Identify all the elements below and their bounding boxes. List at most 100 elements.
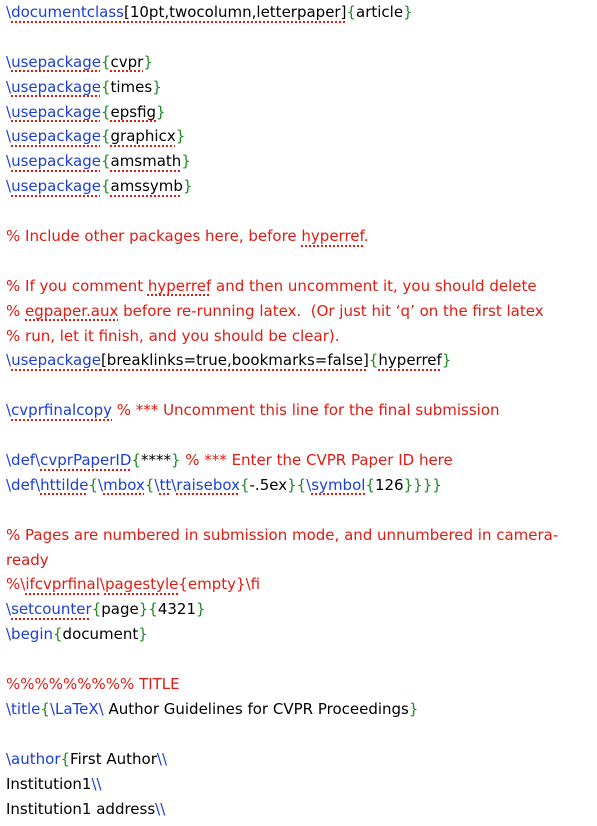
code-line[interactable]: \usepackage{epsfig}: [6, 100, 591, 125]
code-line[interactable]: % Include other packages here, before hy…: [6, 224, 591, 249]
misspelled-token: usepackage: [11, 351, 101, 370]
code-line[interactable]: \usepackage{cvpr}: [6, 50, 591, 75]
misspelled-token: hyperref: [301, 227, 364, 246]
code-token: }: [403, 3, 413, 21]
code-token: {: [365, 475, 375, 494]
misspelled-token: egpaper.aux: [25, 301, 119, 320]
misspelled-token: mbox: [103, 475, 145, 494]
blank-line[interactable]: [6, 722, 591, 747]
misspelled-token: httilde: [40, 475, 89, 494]
blank-line[interactable]: [6, 498, 591, 523]
code-token: \def\: [6, 475, 41, 494]
code-line[interactable]: %\ifcvprfinal\pagestyle{empty}\fi: [6, 572, 591, 597]
code-token: }{: [287, 475, 307, 494]
code-line[interactable]: %%%%%%%%% TITLE: [6, 672, 591, 697]
code-token: %\: [6, 575, 26, 594]
misspelled-token: symbol: [311, 475, 366, 494]
code-token: \title: [6, 699, 41, 718]
code-token: ready: [6, 550, 49, 569]
code-token: % Pages are numbered in submission mode,…: [6, 525, 559, 544]
code-line[interactable]: \begin{document}: [6, 622, 591, 647]
misspelled-token: amssymb: [110, 177, 183, 196]
blank-line[interactable]: [6, 199, 591, 224]
code-line[interactable]: \documentclass[10pt,twocolumn,letterpape…: [6, 0, 591, 25]
code-token: {: [88, 475, 99, 494]
code-line[interactable]: \def\httilde{\mbox{\tt\raisebox{-.5ex}{\…: [6, 473, 591, 498]
code-token: -.5ex: [249, 475, 288, 494]
misspelled-token: usepackage: [11, 177, 101, 196]
misspelled-token: raisebox: [176, 475, 240, 494]
code-token: % *** Enter the CVPR Paper ID here: [180, 451, 453, 470]
code-token: }: [441, 351, 452, 370]
code-token: \def\: [6, 451, 41, 470]
code-token: 126: [374, 475, 404, 494]
misspelled-token: cvpr: [110, 52, 144, 71]
misspelled-token: usepackage: [11, 127, 101, 146]
code-token: First Author: [70, 749, 157, 768]
code-token: \\: [155, 799, 166, 818]
code-line[interactable]: \cvprfinalcopy % *** Uncomment this line…: [6, 398, 591, 423]
code-line[interactable]: \usepackage{amsmath}: [6, 149, 591, 174]
code-line[interactable]: \def\cvprPaperID{****} % *** Enter the C…: [6, 448, 591, 473]
code-token: document: [62, 625, 139, 644]
code-token: \begin: [6, 625, 53, 644]
code-line[interactable]: ready: [6, 548, 591, 573]
latex-source-editor[interactable]: \documentclass[10pt,twocolumn,letterpape…: [0, 0, 597, 826]
code-token: Institution1 address: [6, 799, 156, 818]
misspelled-token: cvprfinalcopy: [11, 401, 113, 420]
code-line[interactable]: \usepackage{graphicx}: [6, 124, 591, 149]
code-line[interactable]: % egpaper.aux before re-running latex. (…: [6, 299, 591, 324]
code-token: {: [100, 52, 111, 71]
code-line[interactable]: Institution1 address\\: [6, 797, 591, 822]
code-token: }: [152, 77, 162, 96]
code-line[interactable]: \setcounter{page}{4321}: [6, 597, 591, 622]
code-token: 4321: [157, 600, 196, 619]
code-token: {: [60, 749, 71, 768]
code-token: {: [100, 152, 111, 171]
code-token: and then uncomment it, you should delete: [211, 276, 537, 295]
code-token: {empty}\fi: [178, 575, 261, 594]
code-token: }: [196, 600, 206, 619]
code-token: }: [156, 102, 166, 121]
code-line[interactable]: \title{\LaTeX\ Author Guidelines for CVP…: [6, 697, 591, 722]
code-token: }: [175, 127, 186, 146]
code-line[interactable]: % run, let it finish, and you should be …: [6, 324, 591, 349]
code-token: Institution1: [6, 774, 92, 793]
code-line[interactable]: Institution1\\: [6, 772, 591, 797]
code-token: {: [100, 127, 111, 146]
code-token: {: [40, 699, 50, 718]
code-line[interactable]: \author{First Author\\: [6, 747, 591, 772]
code-token: times: [110, 77, 153, 96]
code-line[interactable]: \usepackage[breaklinks=true,bookmarks=fa…: [6, 348, 591, 373]
blank-line[interactable]: [6, 25, 591, 50]
code-line[interactable]: \usepackage{times}: [6, 75, 591, 100]
code-line[interactable]: \usepackage{amssymb}: [6, 174, 591, 199]
code-token: }: [181, 152, 191, 171]
misspelled-token: graphicx: [110, 127, 176, 146]
misspelled-token: setcounter: [11, 600, 92, 619]
misspelled-token: usepackage: [11, 77, 101, 96]
misspelled-token: hyperref: [147, 276, 212, 295]
misspelled-token: documentclass: [11, 3, 124, 21]
blank-line[interactable]: [6, 647, 591, 672]
code-token: }: [182, 177, 193, 196]
code-token: article: [356, 3, 404, 21]
code-line[interactable]: % If you comment hyperref and then uncom…: [6, 274, 591, 299]
code-token: }: [408, 699, 419, 718]
code-token: {: [368, 351, 379, 370]
code-token: {: [100, 102, 111, 121]
code-token: }: [170, 451, 181, 470]
code-token: % *** Uncomment this line for the final …: [112, 401, 500, 420]
misspelled-token: hyperref: [378, 351, 442, 370]
blank-line[interactable]: [6, 249, 591, 274]
code-token: {: [346, 3, 356, 21]
code-token: Author Guidelines for CVPR Proceedings: [103, 699, 409, 718]
code-token: {: [131, 451, 141, 470]
blank-line[interactable]: [6, 423, 591, 448]
code-token: {: [100, 77, 111, 96]
code-token: \\: [91, 774, 102, 793]
misspelled-token: usepackage: [11, 152, 101, 171]
code-line[interactable]: % Pages are numbered in submission mode,…: [6, 523, 591, 548]
misspelled-token: amsmath: [110, 152, 182, 171]
blank-line[interactable]: [6, 373, 591, 398]
